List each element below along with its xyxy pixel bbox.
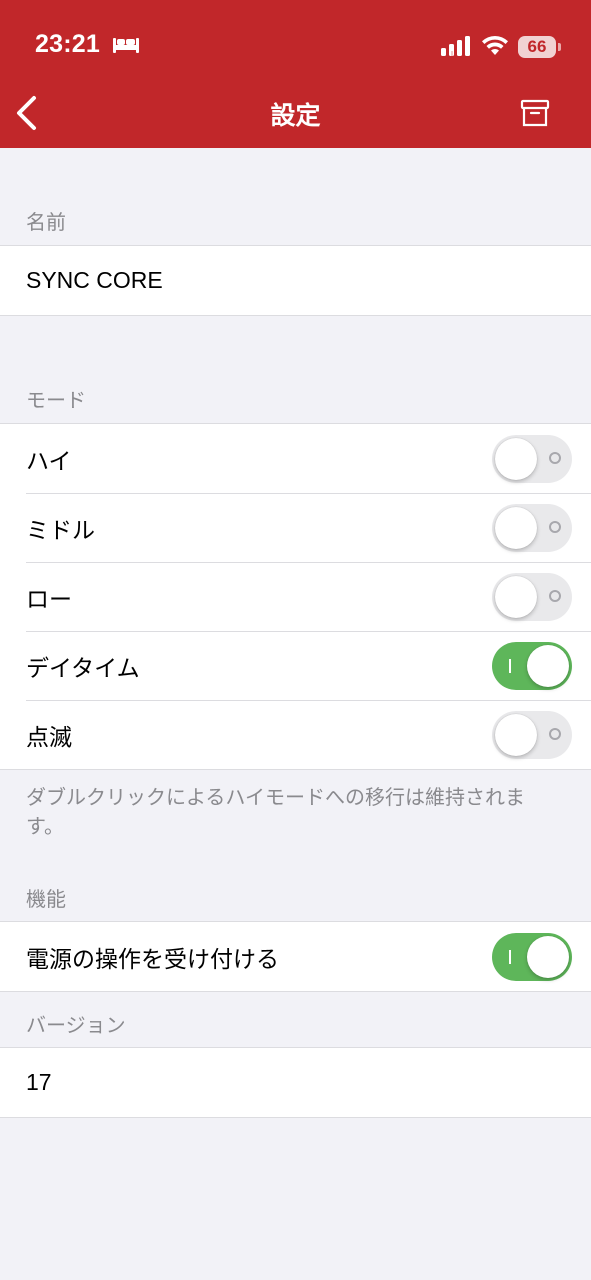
mode-label-middle: ミドル — [26, 517, 95, 544]
version-cell: 17 — [0, 1048, 591, 1117]
bed-icon — [112, 35, 140, 59]
cellular-signal-icon — [441, 36, 473, 60]
version-value: 17 — [26, 1069, 52, 1095]
section-header-version: バージョン — [26, 1013, 126, 1037]
name-cell[interactable]: SYNC CORE — [0, 246, 591, 315]
mode-group: ハイ ミドル ロー デイタイム 点滅 — [0, 423, 591, 770]
section-header-function: 機能 — [26, 887, 66, 911]
mode-toggle-low[interactable] — [492, 573, 572, 621]
status-time: 23:21 — [35, 30, 100, 58]
mode-toggle-high[interactable] — [492, 435, 572, 483]
app-header: 23:21 66 設定 — [0, 0, 591, 148]
toggle-off-mark — [549, 452, 561, 464]
mode-row-high: ハイ — [0, 424, 591, 493]
mode-label-blink: 点滅 — [26, 724, 72, 751]
toggle-knob — [495, 576, 537, 618]
function-row-power: 電源の操作を受け付ける — [0, 922, 591, 991]
mode-row-low: ロー — [0, 562, 591, 631]
section-header-mode: モード — [26, 388, 86, 412]
mode-toggle-middle[interactable] — [492, 504, 572, 552]
mode-label-low: ロー — [26, 586, 72, 613]
mode-label-daytime: デイタイム — [26, 655, 140, 682]
toggle-knob — [495, 507, 537, 549]
toggle-off-mark — [549, 590, 561, 602]
page-title: 設定 — [270, 101, 321, 130]
mode-row-blink: 点滅 — [0, 700, 591, 769]
toggle-knob — [527, 936, 569, 978]
function-toggle-power[interactable] — [492, 933, 572, 981]
toggle-knob — [527, 645, 569, 687]
archive-box-icon[interactable] — [520, 99, 550, 131]
function-label-power: 電源の操作を受け付ける — [26, 946, 279, 973]
mode-toggle-daytime[interactable] — [492, 642, 572, 690]
mode-footer-note: ダブルクリックによるハイモードへの移行は維持されます。 — [26, 785, 525, 838]
mode-label-high: ハイ — [26, 448, 72, 475]
name-group: SYNC CORE — [0, 245, 591, 316]
function-group: 電源の操作を受け付ける — [0, 921, 591, 992]
mode-row-middle: ミドル — [0, 493, 591, 562]
name-value[interactable]: SYNC CORE — [0, 267, 163, 294]
toggle-on-mark — [509, 659, 511, 673]
toggle-knob — [495, 714, 537, 756]
mode-row-daytime: デイタイム — [0, 631, 591, 700]
section-header-name: 名前 — [26, 210, 66, 234]
battery-nub — [558, 43, 561, 51]
version-group: 17 — [0, 1047, 591, 1118]
battery-indicator: 66 — [518, 36, 556, 58]
toggle-off-mark — [549, 521, 561, 533]
toggle-knob — [495, 438, 537, 480]
toggle-on-mark — [509, 950, 511, 964]
mode-toggle-blink[interactable] — [492, 711, 572, 759]
wifi-icon — [481, 35, 509, 61]
toggle-off-mark — [549, 728, 561, 740]
